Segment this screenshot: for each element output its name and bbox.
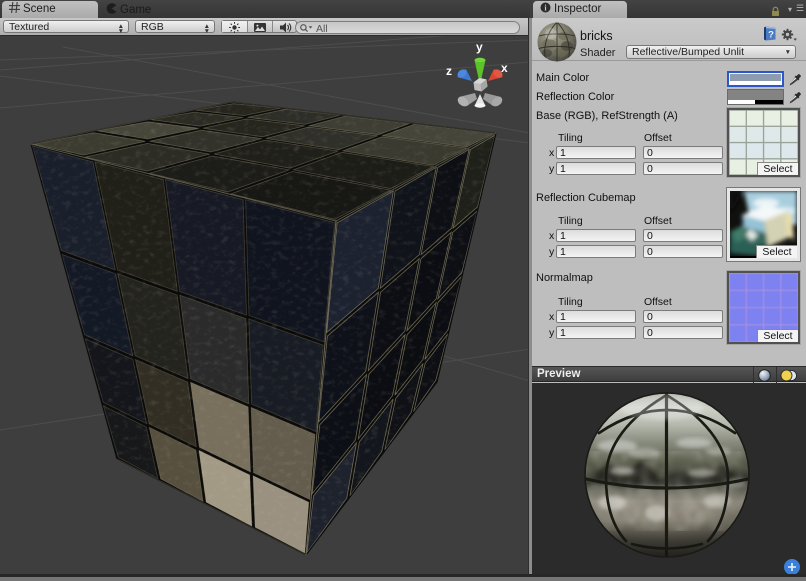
- svg-text:?: ?: [768, 30, 774, 41]
- svg-text:z: z: [446, 64, 452, 78]
- svg-text:y: y: [476, 40, 483, 54]
